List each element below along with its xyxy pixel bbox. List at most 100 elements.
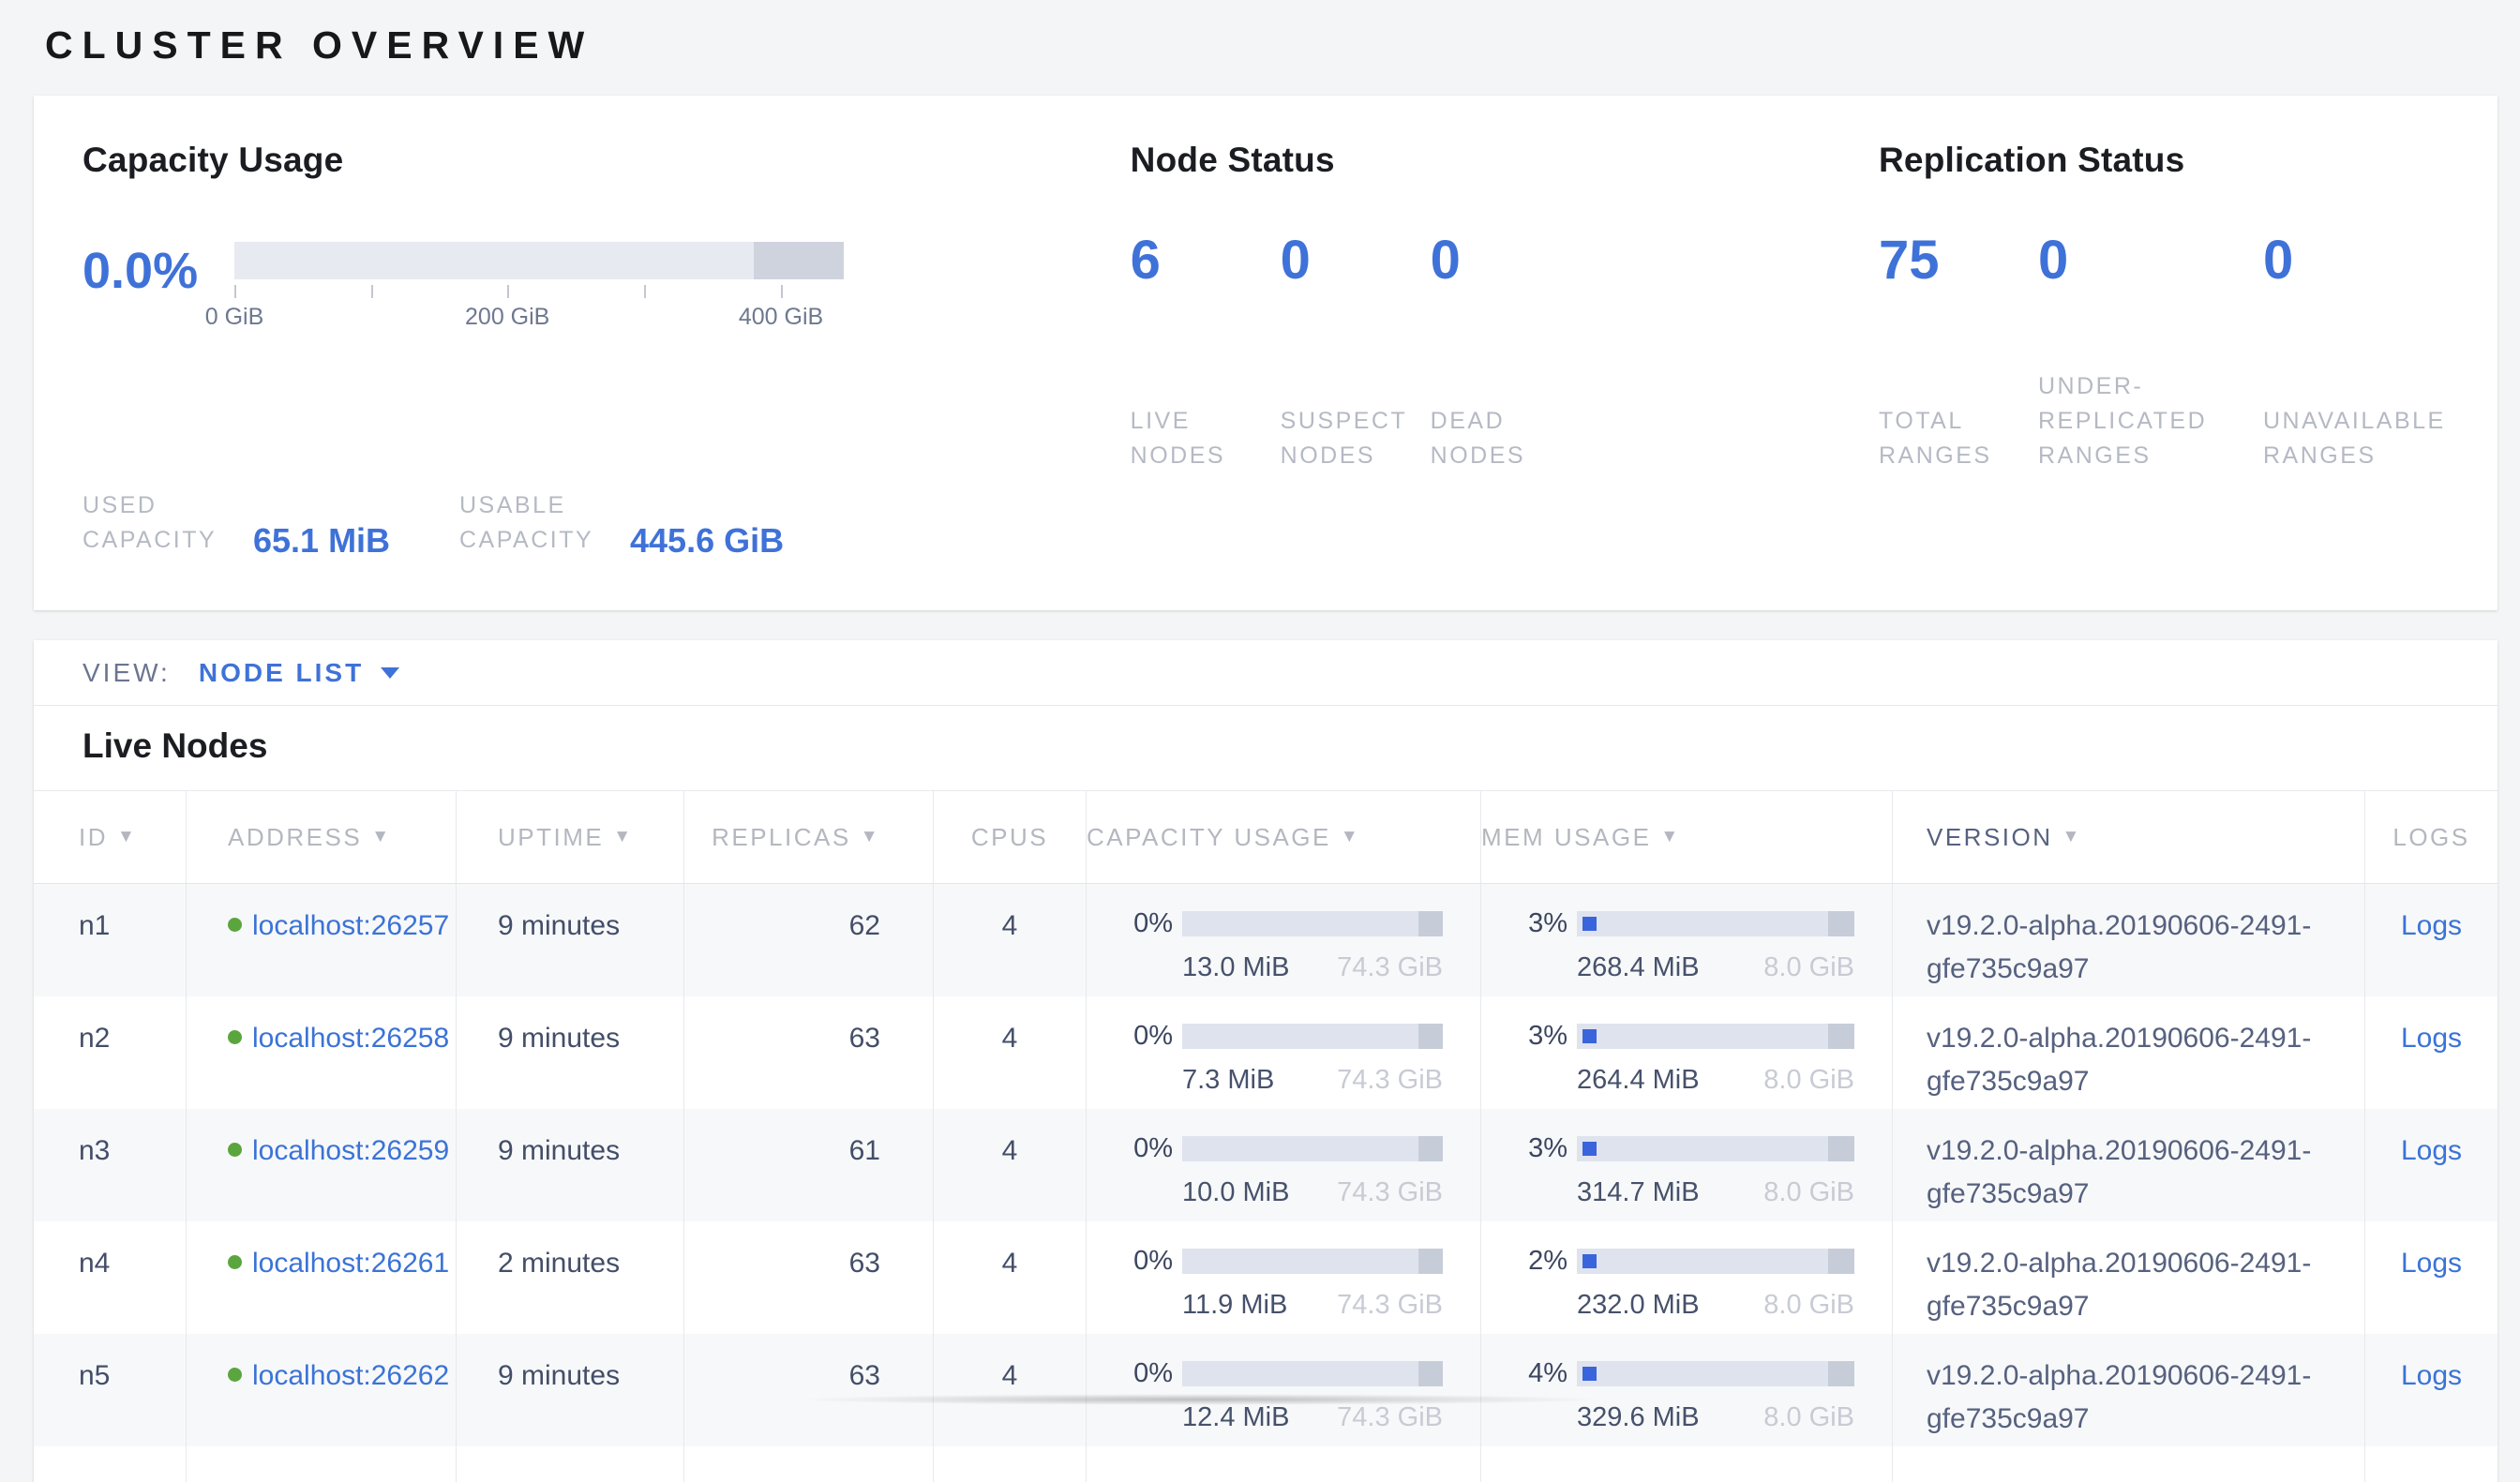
live-status-dot-icon (228, 918, 242, 932)
memory-usage-percent: 3% (1519, 910, 1568, 937)
node-version-cell: v19.2.0-alpha.20190606-2491-gfe735c9a97 (1893, 1221, 2365, 1334)
sort-descending-icon: ▼ (371, 827, 391, 847)
sort-descending-icon: ▼ (1660, 827, 1680, 847)
column-header-label: MEM USAGE (1481, 823, 1651, 852)
column-header-label: REPLICAS (712, 823, 851, 852)
memory-usage-bar-fill (1582, 1142, 1597, 1156)
node-replicas-cell: 63 (684, 1334, 934, 1446)
node-address-link[interactable]: localhost:26257 (252, 905, 449, 948)
memory-usage-bar-fill (1582, 917, 1597, 931)
chevron-down-icon (381, 667, 399, 679)
capacity-stat-value: 445.6 GiB (630, 521, 784, 561)
node-status-stat-value: 0 (1431, 232, 1618, 289)
capacity-stat: USABLE CAPACITY 445.6 GiB (459, 369, 784, 558)
clipped-cell (187, 1446, 457, 1482)
view-dropdown-value[interactable]: NODE LIST (199, 658, 364, 688)
view-dropdown[interactable]: NODE LIST (199, 658, 399, 688)
logs-link[interactable]: Logs (2401, 1248, 2462, 1279)
capacity-stat-label: USED CAPACITY (82, 488, 240, 558)
column-header-version[interactable]: VERSION▼ (1893, 791, 2365, 883)
gauge-tick (234, 285, 236, 298)
node-logs-cell: Logs (2365, 1109, 2498, 1221)
memory-total-value: 8.0 GiB (1763, 946, 1854, 989)
node-status-stat: 0DEAD NODES (1431, 232, 1618, 473)
replication-status-stats: 75TOTAL RANGES0UNDER-REPLICATED RANGES0U… (1879, 180, 2498, 473)
capacity-usage-bar (1182, 1249, 1443, 1274)
clipped-cell (1893, 1446, 2365, 1482)
capacity-usage-title: Capacity Usage (82, 141, 1131, 180)
node-status-stat-label: LIVE NODES (1131, 404, 1281, 473)
column-header-memory[interactable]: MEM USAGE ▼ (1481, 791, 1893, 883)
node-uptime-cell: 9 minutes (457, 1109, 684, 1221)
table-row: n1localhost:262579 minutes6240%13.0 MiB7… (34, 884, 2498, 996)
capacity-usage-percent: 0% (1124, 1360, 1173, 1387)
clipped-cell (2365, 1446, 2498, 1482)
capacity-usage-percent: 0% (1124, 910, 1173, 937)
memory-used-value: 264.4 MiB (1577, 1058, 1700, 1101)
memory-usage-cell: 3%268.4 MiB8.0 GiB (1481, 884, 1893, 996)
column-header-capacity[interactable]: CAPACITY USAGE▼ (1087, 791, 1481, 883)
node-address-cell: localhost:26262 (187, 1334, 457, 1446)
node-address-link[interactable]: localhost:26262 (252, 1355, 449, 1398)
memory-usage-bar-dark-segment (1828, 1361, 1854, 1386)
capacity-gauge-axis: 0 GiB200 GiB400 GiB (234, 279, 844, 334)
node-address-cell: localhost:26259 (187, 1109, 457, 1221)
column-header-replicas[interactable]: REPLICAS ▼ (684, 791, 934, 883)
clipped-cell (457, 1446, 684, 1482)
replication-status-section: Replication Status 75TOTAL RANGES0UNDER-… (1879, 141, 2498, 558)
node-id-cell: n4 (34, 1221, 187, 1334)
memory-usage-bar-fill (1582, 1254, 1597, 1268)
replication-status-stat-value: 0 (2038, 232, 2263, 289)
sort-descending-icon: ▼ (861, 827, 880, 847)
node-replicas-cell: 63 (684, 1221, 934, 1334)
capacity-usage-bar-dark-segment (1418, 911, 1443, 936)
replication-status-stat: 0 UNDER-REPLICATED RANGES (2038, 232, 2263, 473)
memory-used-value: 329.6 MiB (1577, 1396, 1700, 1439)
memory-usage-cell: 3%314.7 MiB8.0 GiB (1481, 1109, 1893, 1221)
logs-link[interactable]: Logs (2401, 1135, 2462, 1166)
capacity-percent: 0.0% (82, 240, 223, 302)
node-version-cell: v19.2.0-alpha.20190606-2491-gfe735c9a97 (1893, 1334, 2365, 1446)
capacity-total-value: 74.3 GiB (1337, 1283, 1443, 1326)
node-address-link[interactable]: localhost:26258 (252, 1017, 449, 1060)
capacity-stat: USED CAPACITY65.1 MiB (82, 369, 459, 558)
column-header-address[interactable]: ADDRESS▼ (187, 791, 457, 883)
node-status-stat-label: SUSPECT NODES (1281, 404, 1431, 473)
column-header-id[interactable]: ID▼ (34, 791, 187, 883)
clipped-cell (1087, 1446, 1481, 1482)
memory-usage-bar-dark-segment (1828, 1249, 1854, 1274)
capacity-usage-bar-dark-segment (1418, 1361, 1443, 1386)
live-status-dot-icon (228, 1030, 242, 1044)
memory-usage-bar-dark-segment (1828, 1024, 1854, 1049)
node-status-section: Node Status 6LIVE NODES0SUSPECT NODES0DE… (1131, 141, 1879, 558)
replication-status-stat-label: UNDER-REPLICATED RANGES (2038, 369, 2263, 473)
memory-usage-percent: 2% (1519, 1248, 1568, 1275)
capacity-usage-cell: 0%10.0 MiB74.3 GiB (1087, 1109, 1481, 1221)
column-header-uptime[interactable]: UPTIME▼ (457, 791, 684, 883)
logs-link[interactable]: Logs (2401, 1360, 2462, 1391)
replication-status-stat-label: UNAVAILABLE RANGES (2263, 404, 2498, 473)
memory-usage-cell: 4%329.6 MiB8.0 GiB (1481, 1334, 1893, 1446)
memory-usage-bar (1577, 1361, 1854, 1386)
node-logs-cell: Logs (2365, 996, 2498, 1109)
memory-usage-bar (1577, 1249, 1854, 1274)
logs-link[interactable]: Logs (2401, 1023, 2462, 1054)
node-address-link[interactable]: localhost:26259 (252, 1130, 449, 1173)
capacity-stat-label: USABLE CAPACITY (459, 488, 617, 558)
node-status-stat-value: 6 (1131, 232, 1281, 289)
node-address-link[interactable]: localhost:26261 (252, 1242, 449, 1285)
logs-link[interactable]: Logs (2401, 910, 2462, 941)
column-header-logs: LOGS (2365, 791, 2498, 883)
replication-status-stat-label: TOTAL RANGES (1879, 404, 2038, 473)
column-header-label: CPUS (971, 823, 1048, 852)
gauge-tick-label: 400 GiB (739, 304, 823, 331)
memory-usage-cell: 2%232.0 MiB8.0 GiB (1481, 1221, 1893, 1334)
node-status-stat: 6 LIVE NODES (1131, 232, 1281, 473)
node-version-cell: v19.2.0-alpha.20190606-2491-gfe735c9a97 (1893, 996, 2365, 1109)
clipped-cell (34, 1446, 187, 1482)
capacity-usage-bar (1182, 1024, 1443, 1049)
gauge-tick (781, 285, 783, 298)
capacity-usage-cell: 0%12.4 MiB74.3 GiB (1087, 1334, 1481, 1446)
capacity-usage-bar-dark-segment (1418, 1136, 1443, 1161)
capacity-gauge: 0.0% 0 GiB200 GiB400 GiB (82, 232, 1131, 369)
